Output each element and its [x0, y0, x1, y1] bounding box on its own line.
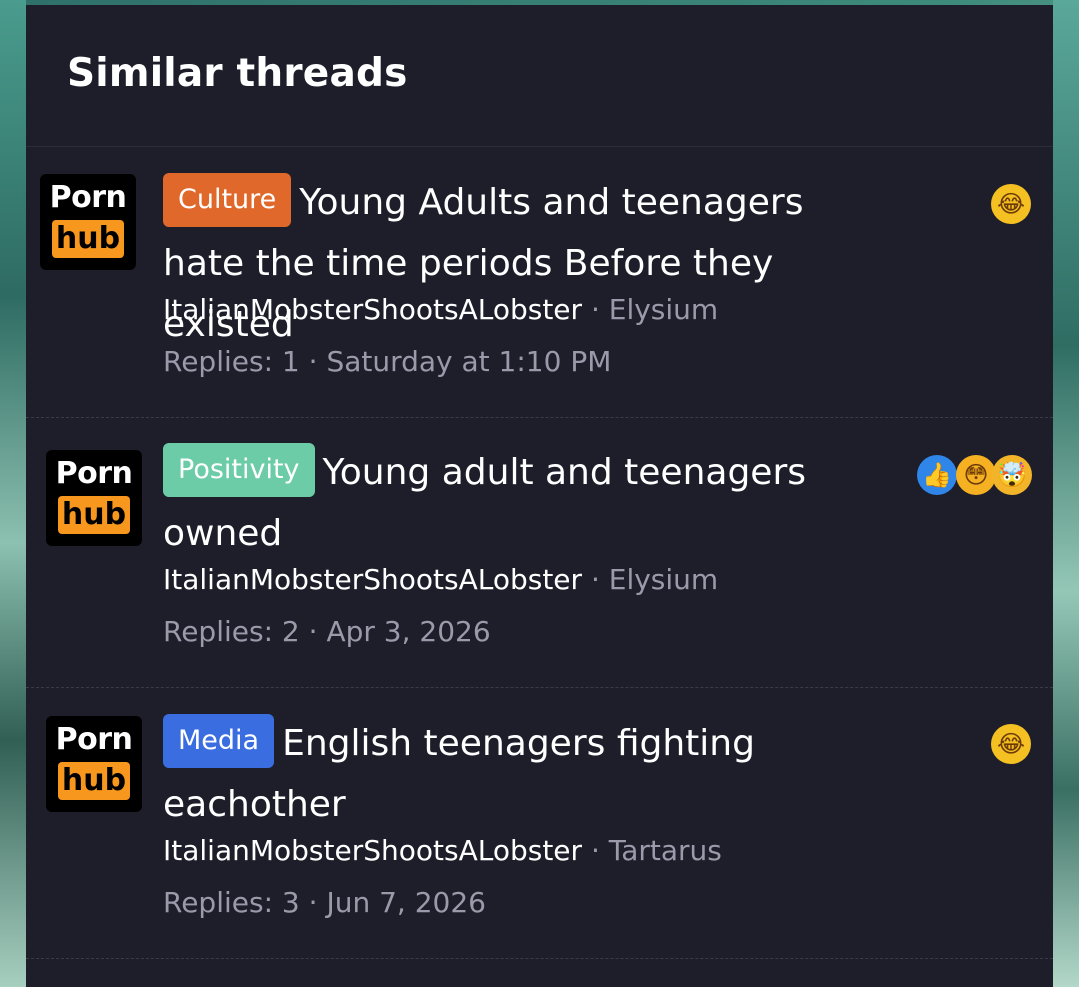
prefix-tag-positivity[interactable]: Positivity	[163, 443, 315, 497]
thread-title-block: Culture Young Adults and teenagers hate t…	[163, 172, 853, 355]
meta-separator: ·	[308, 345, 318, 378]
last-post-date[interactable]: Jun 7, 2026	[326, 886, 486, 919]
avatar-text-bottom: hub	[58, 496, 130, 534]
thread-item: Porn hub Culture Young Adults and teenage…	[26, 147, 1053, 418]
prefix-tag-culture[interactable]: Culture	[163, 173, 292, 227]
replies-count: Replies: 2	[163, 615, 300, 648]
thread-meta-stats: Replies: 3 · Jun 7, 2026	[163, 886, 486, 919]
panel-title: Similar threads	[67, 51, 408, 96]
meta-separator: ·	[590, 293, 600, 326]
avatar-text-bottom: hub	[58, 762, 130, 800]
thread-meta-author: ItalianMobsterShootsALobster · Elysium	[163, 563, 718, 596]
thread-item: Porn hub Media English teenagers fighting…	[26, 688, 1053, 959]
thread-meta-author: ItalianMobsterShootsALobster · Elysium	[163, 293, 718, 326]
avatar[interactable]: Porn hub	[46, 716, 142, 812]
author-link[interactable]: ItalianMobsterShootsALobster	[163, 834, 582, 867]
forum-link[interactable]: Elysium	[609, 563, 718, 596]
rofl-icon[interactable]: 😂	[991, 184, 1031, 224]
prefix-tag-media[interactable]: Media	[163, 714, 275, 768]
flushed-icon[interactable]: 😳	[956, 455, 996, 495]
meta-separator: ·	[590, 834, 600, 867]
avatar-text-top: Porn	[55, 456, 133, 491]
thread-meta-stats: Replies: 1 · Saturday at 1:10 PM	[163, 345, 611, 378]
rofl-icon[interactable]: 😂	[991, 724, 1031, 764]
replies-count: Replies: 3	[163, 886, 300, 919]
avatar-text-top: Porn	[55, 722, 133, 757]
avatar[interactable]: Porn hub	[40, 174, 136, 270]
meta-separator: ·	[590, 563, 600, 596]
meta-separator: ·	[308, 615, 318, 648]
thread-item: Porn hub Positivity Young adult and teena…	[26, 417, 1053, 688]
forum-link[interactable]: Elysium	[609, 293, 718, 326]
author-link[interactable]: ItalianMobsterShootsALobster	[163, 293, 582, 326]
meta-separator: ·	[308, 886, 318, 919]
like-icon[interactable]: 👍	[917, 455, 957, 495]
thread-title-block: Positivity Young adult and teenagers owne…	[163, 442, 853, 564]
last-post-date[interactable]: Saturday at 1:10 PM	[326, 345, 611, 378]
thread-meta-stats: Replies: 2 · Apr 3, 2026	[163, 615, 491, 648]
thread-title-block: Media English teenagers fighting eachothe…	[163, 713, 853, 835]
forum-link[interactable]: Tartarus	[609, 834, 722, 867]
avatar[interactable]: Porn hub	[46, 450, 142, 546]
avatar-text-bottom: hub	[52, 220, 124, 258]
last-post-date[interactable]: Apr 3, 2026	[326, 615, 490, 648]
avatar-text-top: Porn	[49, 180, 127, 215]
background-right	[1053, 0, 1079, 987]
thread-meta-author: ItalianMobsterShootsALobster · Tartarus	[163, 834, 722, 867]
author-link[interactable]: ItalianMobsterShootsALobster	[163, 563, 582, 596]
similar-threads-panel: Similar threads Porn hub Culture Young Ad…	[26, 5, 1053, 987]
replies-count: Replies: 1	[163, 345, 300, 378]
background-left	[0, 0, 26, 987]
mind-blown-icon[interactable]: 🤯	[992, 455, 1032, 495]
